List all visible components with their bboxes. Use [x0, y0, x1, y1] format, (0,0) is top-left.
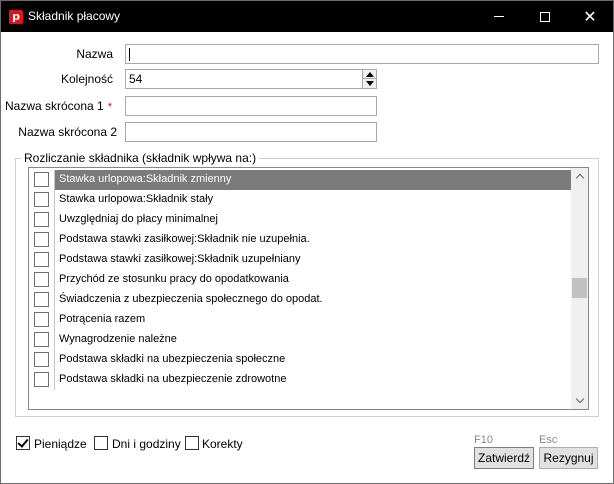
list-item[interactable]: Świadczenia z ubezpieczenia społecznego …: [29, 290, 571, 310]
list-item[interactable]: Podstawa składki na ubezpieczenia społec…: [29, 350, 571, 370]
nazwa-label: Nazwa: [76, 47, 113, 61]
skrocona2-label: Nazwa skrócona 2: [18, 125, 117, 139]
vertical-scrollbar[interactable]: [571, 168, 588, 409]
scroll-down-button[interactable]: [571, 392, 588, 409]
rezygnuj-hotkey: Esc: [539, 434, 558, 446]
column-separator: [54, 250, 55, 270]
list-item-checkbox[interactable]: [34, 352, 49, 367]
list-item-label: Stawka urlopowa:Składnik stały: [59, 193, 214, 205]
list-item[interactable]: Podstawa składki na ubezpieczenie zdrowo…: [29, 370, 571, 390]
arrow-down-icon: [365, 81, 374, 86]
skrocona1-label-wrap: Nazwa skrócona 1 *: [5, 99, 123, 113]
rozliczanie-list[interactable]: Stawka urlopowa:Składnik zmienny Stawka …: [28, 167, 589, 410]
nazwa-input[interactable]: [125, 44, 599, 64]
app-icon: p: [9, 10, 23, 24]
column-separator: [54, 350, 55, 370]
dialog-body: Nazwa Kolejność 54 Nazwa skrócona 1 * Naz…: [1, 32, 613, 483]
scroll-thumb[interactable]: [572, 278, 587, 298]
list-item-checkbox[interactable]: [34, 332, 49, 347]
pieniadze-label: Pieniądze: [34, 437, 87, 451]
kolejnosc-value: 54: [129, 72, 143, 86]
list-item-label: Podstawa stawki zasiłkowej:Składnik uzup…: [59, 253, 301, 265]
maximize-button[interactable]: [522, 1, 568, 32]
list-item[interactable]: Podstawa stawki zasiłkowej:Składnik uzup…: [29, 250, 571, 270]
minimize-button[interactable]: [476, 1, 522, 32]
list-item-checkbox[interactable]: [34, 312, 49, 327]
column-separator: [54, 330, 55, 350]
list-item-checkbox[interactable]: [34, 192, 49, 207]
skrocona2-input[interactable]: [125, 122, 377, 142]
korekty-checkbox[interactable]: [185, 436, 199, 450]
column-separator: [54, 210, 55, 230]
column-separator: [54, 370, 55, 390]
column-separator: [54, 230, 55, 250]
list-item-checkbox[interactable]: [34, 172, 49, 187]
list-item[interactable]: Potrącenia razem: [29, 310, 571, 330]
spin-down-button[interactable]: [363, 79, 376, 88]
list-item-label: Uwzględniaj do płacy minimalnej: [59, 213, 218, 225]
column-separator: [54, 170, 55, 190]
chevron-up-icon: [575, 173, 584, 183]
group-title: Rozliczanie składnika (składnik wpływa n…: [21, 151, 260, 165]
kolejnosc-label: Kolejność: [60, 72, 113, 86]
list-item-checkbox[interactable]: [34, 232, 49, 247]
close-icon: ✕: [583, 6, 597, 26]
korekty-label: Korekty: [202, 437, 243, 451]
title-bar[interactable]: p Składnik płacowy ✕: [1, 1, 613, 32]
list-item[interactable]: Przychód ze stosunku pracy do opodatkowa…: [29, 270, 571, 290]
list-item-checkbox[interactable]: [34, 272, 49, 287]
list-item-label: Wynagrodzenie należne: [59, 333, 177, 345]
arrow-up-icon: [365, 71, 374, 77]
required-mark: *: [107, 101, 112, 113]
dni-godziny-label: Dni i godziny: [112, 437, 181, 451]
list-item[interactable]: Wynagrodzenie należne: [29, 330, 571, 350]
list-item-label: Stawka urlopowa:Składnik zmienny: [59, 173, 232, 185]
list-item-checkbox[interactable]: [34, 212, 49, 227]
close-button[interactable]: ✕: [567, 1, 613, 32]
spin-buttons: [362, 70, 376, 88]
list-item-checkbox[interactable]: [34, 252, 49, 267]
skrocona1-label: Nazwa skrócona 1: [5, 99, 104, 113]
list-item[interactable]: Stawka urlopowa:Składnik stały: [29, 190, 571, 210]
list-item-checkbox[interactable]: [34, 292, 49, 307]
list-item-label: Podstawa składki na ubezpieczenia społec…: [59, 353, 286, 365]
window-title: Składnik płacowy: [28, 9, 121, 23]
pieniadze-checkbox[interactable]: [16, 436, 30, 450]
skrocona1-input[interactable]: [125, 96, 377, 116]
maximize-icon: [540, 11, 550, 22]
column-separator: [54, 290, 55, 310]
rezygnuj-button[interactable]: Rezygnuj: [539, 447, 598, 469]
list-item-label: Potrącenia razem: [59, 313, 146, 325]
kolejnosc-stepper[interactable]: 54: [125, 69, 377, 89]
zatwierdz-hotkey: F10: [474, 434, 493, 446]
list-item-label: Podstawa stawki zasiłkowej:Składnik nie …: [59, 233, 310, 245]
list-item-label: Podstawa składki na ubezpieczenie zdrowo…: [59, 373, 287, 385]
chevron-down-icon: [575, 394, 584, 404]
spin-up-button[interactable]: [363, 70, 376, 79]
list-item-label: Przychód ze stosunku pracy do opodatkowa…: [59, 273, 289, 285]
dialog-window: p Składnik płacowy ✕ Nazwa Kolejność 54 …: [0, 0, 614, 484]
list-item[interactable]: Stawka urlopowa:Składnik zmienny: [29, 170, 571, 190]
column-separator: [54, 270, 55, 290]
zatwierdz-button[interactable]: Zatwierdź: [474, 447, 534, 469]
list-item[interactable]: Uwzględniaj do płacy minimalnej: [29, 210, 571, 230]
dni-godziny-checkbox[interactable]: [94, 436, 108, 450]
list-item[interactable]: Podstawa stawki zasiłkowej:Składnik nie …: [29, 230, 571, 250]
list-item-checkbox[interactable]: [34, 372, 49, 387]
column-separator: [54, 310, 55, 330]
column-separator: [54, 190, 55, 210]
minimize-icon: [494, 16, 504, 17]
text-caret: [129, 48, 130, 61]
scroll-up-button[interactable]: [571, 168, 588, 185]
list-item-label: Świadczenia z ubezpieczenia społecznego …: [59, 293, 323, 305]
